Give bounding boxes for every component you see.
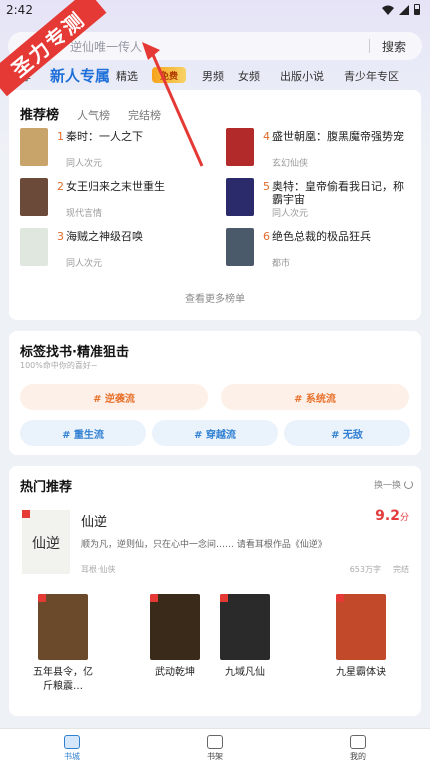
tag-time-travel[interactable]: # 穿越流 bbox=[152, 420, 278, 446]
book-category: 现代言情 bbox=[66, 209, 103, 219]
tab-youth[interactable]: 青少年专区 bbox=[344, 68, 399, 84]
rank-item[interactable]: 4 盛世朝凰：腹黑魔帝强势宠 玄幻仙侠 bbox=[226, 128, 426, 172]
refresh-icon bbox=[404, 480, 413, 489]
rank-item[interactable]: 3 海贼之神级召唤 同人次元 bbox=[20, 228, 220, 272]
book-cover bbox=[150, 594, 200, 660]
book-tile[interactable]: 五年县令，亿斤粮震… bbox=[33, 594, 93, 694]
battery-icon bbox=[414, 4, 420, 15]
profile-icon bbox=[350, 735, 366, 749]
nav-bookstore[interactable]: 书城 bbox=[42, 731, 102, 762]
book-tile[interactable]: 九域凡仙 bbox=[215, 594, 275, 680]
hot-recommend-card: 热门推荐 换一换 仙逆 仙逆 9.2分 顺为凡，逆则仙，只在心中一念间…… 请看… bbox=[9, 466, 421, 716]
refresh-button[interactable]: 换一换 bbox=[374, 478, 413, 491]
tab-popular-rank[interactable]: 人气榜 bbox=[77, 107, 110, 123]
book-title: 绝色总裁的极品狂兵 bbox=[272, 230, 371, 243]
featured-book-word-count: 653万字 bbox=[349, 565, 381, 574]
rank-item[interactable]: 5 奥特：皇帝偷看我日记，称霸宇宙 同人次元 bbox=[226, 178, 426, 222]
featured-book-title[interactable]: 仙逆 bbox=[81, 511, 107, 530]
book-cover bbox=[226, 228, 254, 266]
featured-book-score: 9.2分 bbox=[375, 508, 409, 524]
rank-item[interactable]: 6 绝色总裁的极品狂兵 都市 bbox=[226, 228, 426, 272]
ranking-card: 推荐榜 人气榜 完结榜 1 秦时：一人之下 同人次元 2 女王归来之末世重生 现… bbox=[9, 90, 421, 320]
nav-mine-label: 我的 bbox=[350, 752, 366, 761]
book-cover bbox=[20, 228, 48, 266]
book-cover bbox=[220, 594, 270, 660]
search-button[interactable]: 搜索 bbox=[382, 38, 406, 55]
rank-number: 3 bbox=[57, 230, 64, 243]
rank-number: 4 bbox=[263, 130, 270, 143]
signal-icon bbox=[399, 4, 409, 15]
nav-bookshelf[interactable]: 书架 bbox=[185, 731, 245, 762]
tag-counterattack[interactable]: # 逆袭流 bbox=[20, 384, 208, 410]
rank-number: 1 bbox=[57, 130, 64, 143]
status-time: 2:42 bbox=[6, 3, 33, 17]
status-icons bbox=[382, 4, 420, 15]
hot-recommend-title: 热门推荐 bbox=[20, 480, 73, 495]
search-input[interactable]: 逆仙唯一传人 bbox=[70, 38, 142, 55]
book-tile[interactable]: 武动乾坤 bbox=[145, 594, 205, 680]
wifi-icon bbox=[382, 5, 394, 15]
score-unit: 分 bbox=[399, 513, 409, 523]
rank-number: 5 bbox=[263, 180, 270, 193]
search-divider bbox=[369, 39, 370, 53]
tab-featured[interactable]: 精选 bbox=[116, 68, 138, 84]
featured-book-cover[interactable]: 仙逆 bbox=[22, 510, 70, 574]
tag-finder-title: 标签找书·精准狙击 bbox=[20, 345, 129, 360]
nav-mine[interactable]: 我的 bbox=[328, 731, 388, 762]
rank-item[interactable]: 2 女王归来之末世重生 现代言情 bbox=[20, 178, 220, 222]
tab-recommend-rank[interactable]: 推荐榜 bbox=[20, 104, 59, 123]
featured-cover-art: 仙逆 bbox=[22, 510, 70, 574]
tab-female[interactable]: 女频 bbox=[238, 68, 260, 84]
book-title: 女王归来之末世重生 bbox=[66, 180, 165, 193]
rank-number: 6 bbox=[263, 230, 270, 243]
book-tile-title: 九域凡仙 bbox=[225, 667, 265, 678]
book-cover bbox=[20, 128, 48, 166]
bookshelf-icon bbox=[207, 735, 223, 749]
book-category: 同人次元 bbox=[66, 259, 103, 269]
featured-book-status: 完结 bbox=[393, 565, 409, 574]
bookstore-icon bbox=[64, 735, 80, 749]
book-category: 同人次元 bbox=[272, 209, 309, 219]
book-tile-title: 五年县令，亿斤粮震… bbox=[33, 667, 93, 692]
tag-system[interactable]: # 系统流 bbox=[221, 384, 409, 410]
tag-finder-card: 标签找书·精准狙击 100%命中你的喜好~ # 逆袭流 # 系统流 # 重生流 … bbox=[9, 331, 421, 455]
book-tile[interactable]: 九星霸体诀 bbox=[331, 594, 391, 680]
tab-new-user[interactable]: 新人专属 bbox=[50, 65, 110, 86]
rank-number: 2 bbox=[57, 180, 64, 193]
book-cover bbox=[336, 594, 386, 660]
nav-bookshelf-label: 书架 bbox=[207, 752, 223, 761]
book-title: 海贼之神级召唤 bbox=[66, 230, 143, 243]
tag-finder-subtitle: 100%命中你的喜好~ bbox=[20, 361, 98, 370]
score-value: 9.2 bbox=[375, 508, 400, 524]
book-tile-title: 九星霸体诀 bbox=[336, 667, 386, 678]
book-category: 同人次元 bbox=[66, 159, 103, 169]
featured-cover-text: 仙逆 bbox=[32, 536, 60, 552]
book-tile-title: 武动乾坤 bbox=[155, 667, 195, 678]
tag-invincible[interactable]: # 无敌 bbox=[284, 420, 410, 446]
tab-published[interactable]: 出版小说 bbox=[280, 68, 324, 84]
featured-book-description: 顺为凡，逆则仙，只在心中一念间…… 请看耳根作品《仙逆》 bbox=[81, 540, 327, 550]
tag-rebirth[interactable]: # 重生流 bbox=[20, 420, 146, 446]
annotation-arrow bbox=[142, 42, 204, 167]
more-rankings-link[interactable]: 查看更多榜单 bbox=[9, 290, 421, 305]
book-category: 都市 bbox=[272, 259, 291, 269]
book-cover bbox=[38, 594, 88, 660]
bottom-navigation: 书城 书架 我的 bbox=[0, 728, 430, 764]
book-category: 玄幻仙侠 bbox=[272, 159, 309, 169]
refresh-label: 换一换 bbox=[373, 481, 401, 491]
featured-book-meta: 耳根·仙侠 bbox=[81, 565, 116, 574]
nav-bookstore-label: 书城 bbox=[64, 752, 80, 761]
book-cover bbox=[226, 128, 254, 166]
book-title: 奥特：皇帝偷看我日记，称霸宇宙 bbox=[272, 180, 404, 206]
book-cover bbox=[226, 178, 254, 216]
book-title: 盛世朝凰：腹黑魔帝强势宠 bbox=[272, 130, 404, 143]
book-cover bbox=[20, 178, 48, 216]
category-tabs: 荐 新人专属 精选 免费 男频 女频 出版小说 青少年专区 bbox=[0, 62, 430, 88]
